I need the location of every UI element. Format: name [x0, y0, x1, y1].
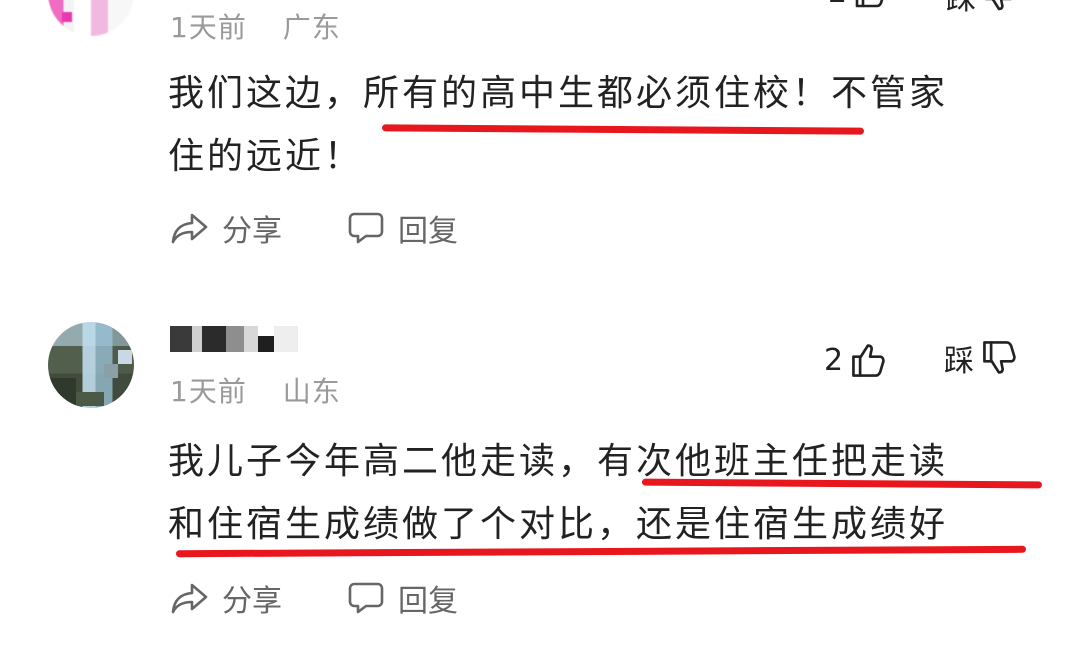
dislike-button[interactable]: 踩 — [944, 336, 1020, 380]
comment-meta: 1天前 山东 — [170, 370, 341, 410]
like-icon — [855, 0, 884, 8]
reply-button[interactable]: 回复 — [346, 576, 458, 620]
comment-time: 1天前 — [170, 11, 247, 44]
comment-line: 我们这边，所有的高中生都必须住校！不管家 — [168, 73, 949, 114]
share-label: 分享 — [222, 584, 282, 619]
like-icon — [852, 344, 885, 377]
share-button[interactable]: 分享 — [170, 206, 282, 250]
dislike-label: 踩 — [944, 344, 974, 379]
reply-icon — [348, 582, 384, 614]
dislike-label: 踩 — [946, 0, 976, 18]
comment-time: 1天前 — [170, 375, 247, 408]
share-icon — [171, 583, 208, 614]
comment-text: 我儿子今年高二他走读，有次他班主任把走读 和住宿生成绩做了个对比，还是住宿生成绩… — [168, 430, 948, 556]
comment-location: 广东 — [282, 11, 341, 44]
reply-label: 回复 — [398, 214, 458, 249]
dislike-icon — [983, 341, 1016, 374]
reply-label: 回复 — [398, 584, 458, 619]
share-icon — [171, 213, 208, 244]
reply-button[interactable]: 回复 — [346, 206, 458, 250]
avatar[interactable] — [48, 322, 134, 408]
share-label: 分享 — [222, 214, 282, 249]
like-count: 2 — [828, 0, 847, 10]
like-button[interactable]: 2 — [828, 0, 889, 10]
dislike-icon — [985, 0, 1012, 11]
share-button[interactable]: 分享 — [170, 576, 282, 620]
like-button[interactable]: 2 — [824, 340, 889, 380]
avatar[interactable] — [48, 0, 134, 36]
comment-location: 山东 — [282, 375, 341, 408]
comment-meta: 1天前 广东 — [170, 6, 341, 46]
username-redacted[interactable] — [170, 326, 300, 352]
like-count: 2 — [824, 342, 844, 378]
reply-icon — [348, 212, 384, 244]
dislike-button[interactable]: 踩 — [946, 0, 1018, 18]
